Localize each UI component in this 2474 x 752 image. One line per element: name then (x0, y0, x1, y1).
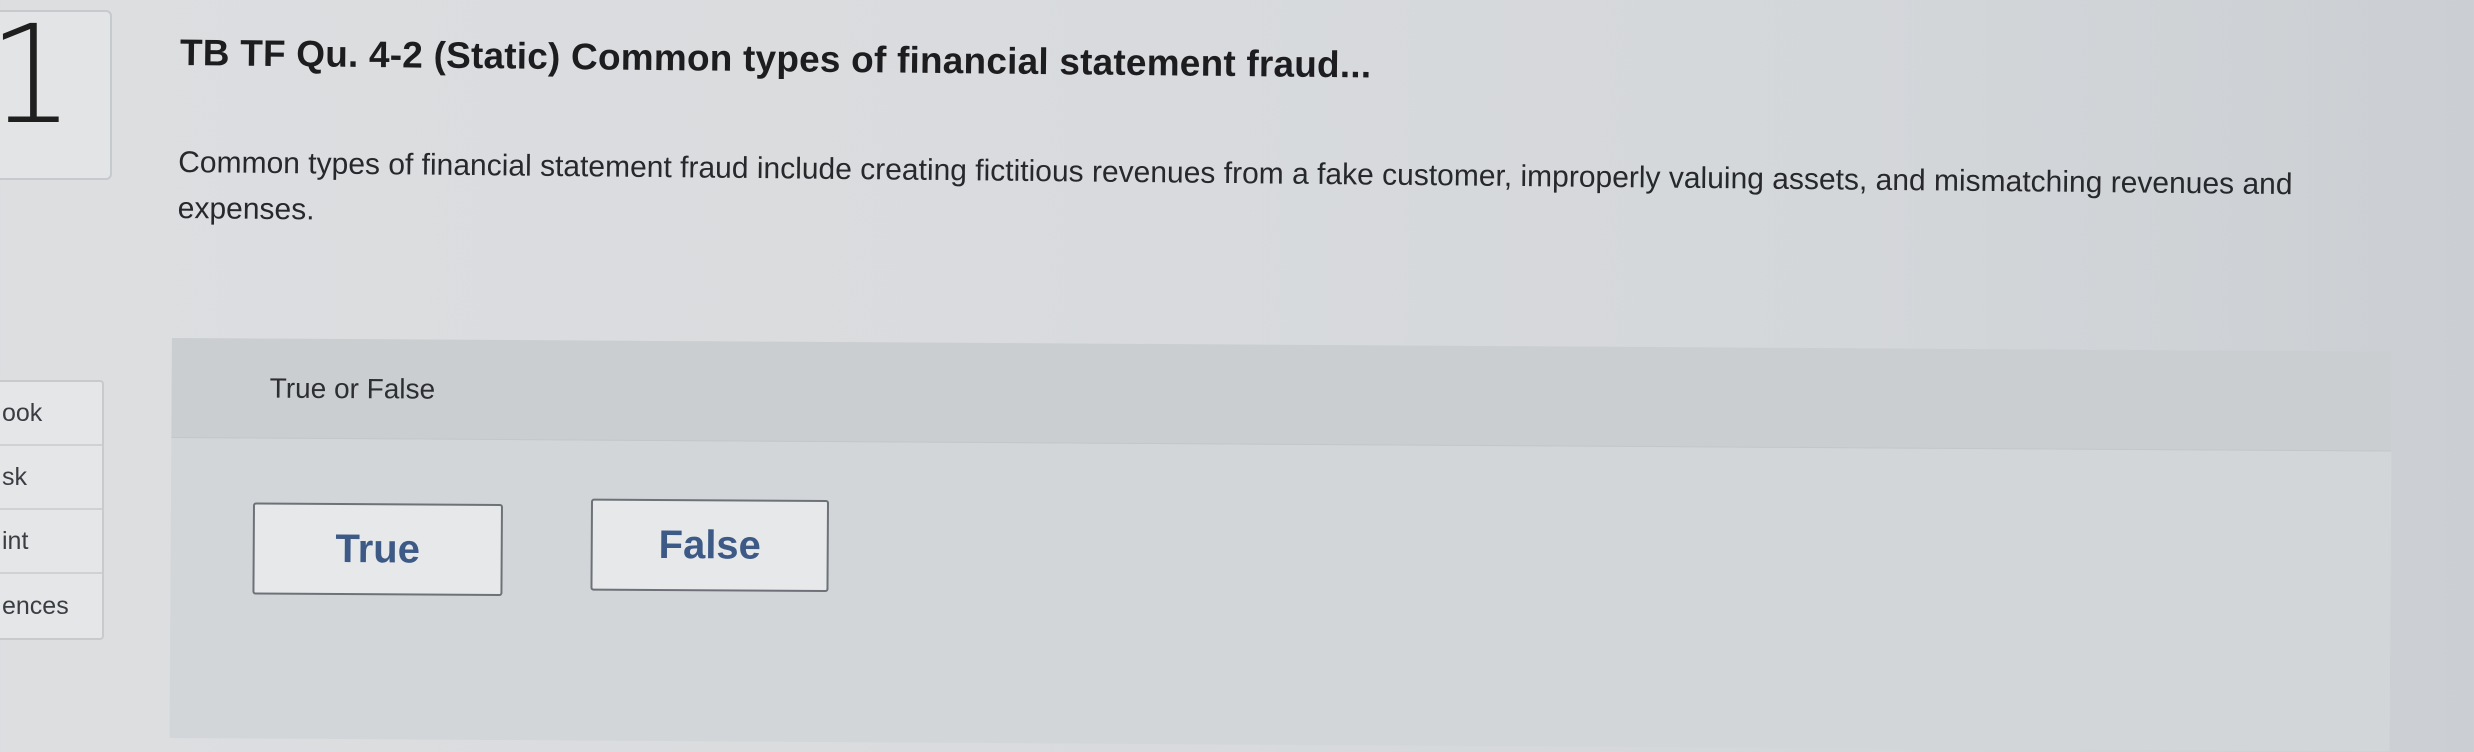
answer-type-label: True or False (269, 372, 436, 405)
true-button[interactable]: True (252, 502, 503, 597)
side-menu-item-print[interactable]: int (0, 510, 102, 574)
answer-header: True or False (171, 338, 2392, 452)
question-title: TB TF Qu. 4-2 (Static) Common types of f… (179, 32, 1372, 86)
question-number: 1 (0, 0, 75, 155)
false-button[interactable]: False (590, 498, 830, 593)
side-menu-item-ebook[interactable]: ook (0, 382, 102, 446)
answer-panel: True or False True False (169, 338, 2392, 752)
question-text: Common types of financial statement frau… (177, 146, 2293, 227)
side-menu-item-ask[interactable]: sk (0, 446, 102, 510)
side-menu: ook sk int ences (0, 380, 104, 640)
quiz-page: 1 ook sk int ences TB TF Qu. 4-2 (Static… (0, 0, 2474, 752)
side-menu-item-references[interactable]: ences (0, 574, 102, 638)
